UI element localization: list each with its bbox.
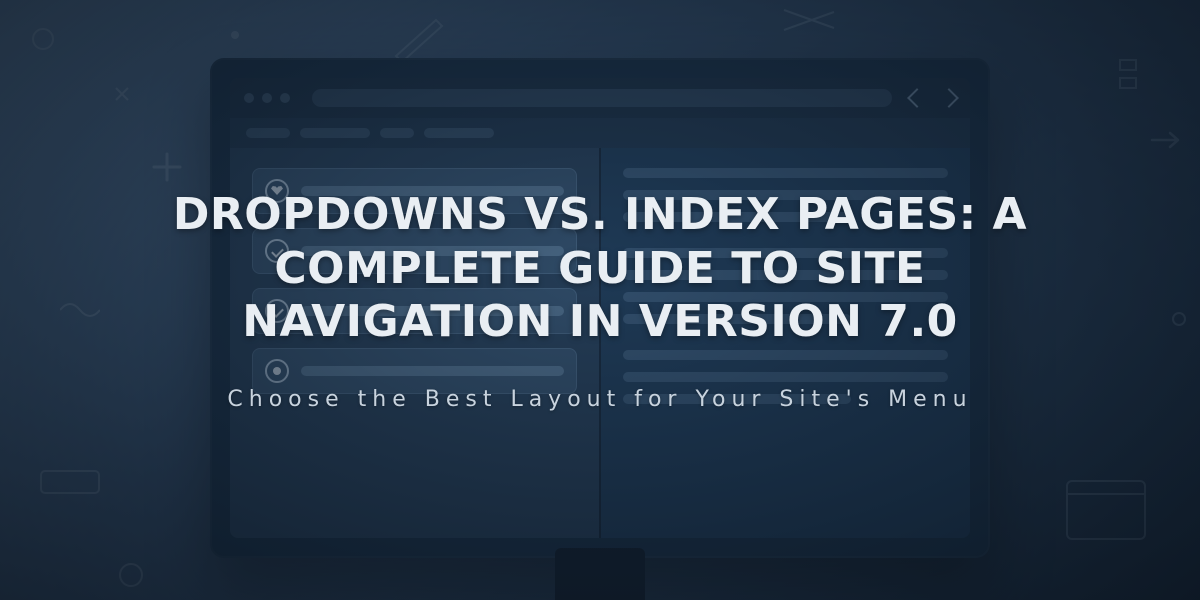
hero-title: DROPDOWNS VS. INDEX PAGES: A COMPLETE GU… [140, 188, 1060, 349]
hero-subtitle: Choose the Best Layout for Your Site's M… [227, 387, 972, 412]
hero-banner: DROPDOWNS VS. INDEX PAGES: A COMPLETE GU… [0, 0, 1200, 600]
hero-copy: DROPDOWNS VS. INDEX PAGES: A COMPLETE GU… [0, 0, 1200, 600]
